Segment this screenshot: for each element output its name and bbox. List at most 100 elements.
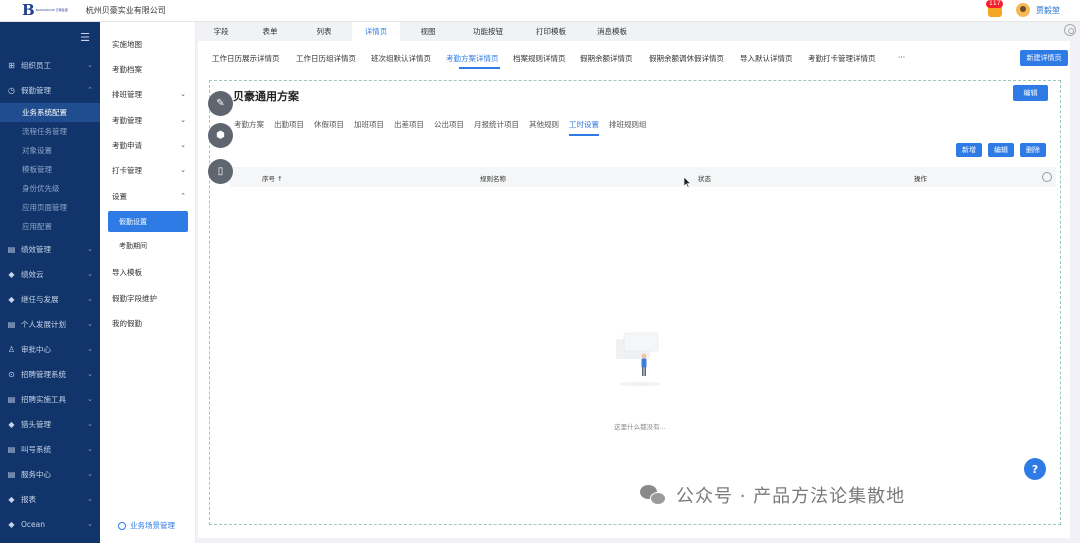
sidebar-item-attendance[interactable]: ◷ 假勤管理 ⌃ <box>0 79 100 101</box>
sidebar-subitem-process[interactable]: 流程任务管理 <box>0 122 100 141</box>
business-scene-link[interactable]: 业务场景管理 <box>118 520 175 531</box>
chevron-down-icon: ⌄ <box>180 141 186 149</box>
subtab-calendar-display[interactable]: 工作日历展示详情页 <box>212 53 296 69</box>
nav-subitem-period[interactable]: 考勤期间 <box>108 235 188 256</box>
sidebar-item-service[interactable]: ▤ 服务中心 ⌄ <box>0 463 100 485</box>
nav-item-label: 实施地图 <box>112 39 142 49</box>
subtab-leave-balance[interactable]: 假期余额详情页 <box>580 53 649 69</box>
sidebar-item-queue[interactable]: ▤ 叫号系统 ⌄ <box>0 438 100 460</box>
chevron-down-icon: ⌄ <box>180 90 186 98</box>
tab-detail-page[interactable]: 详情页 <box>352 22 400 41</box>
sidebar-item-headhunter[interactable]: ◆ 猎头管理 ⌄ <box>0 413 100 435</box>
edit-pencil-icon[interactable]: ✎ <box>208 91 233 116</box>
subtab-import-default[interactable]: 导入默认详情页 <box>740 53 808 69</box>
sidebar-item-recruit-tools[interactable]: ▤ 招聘实施工具 ⌄ <box>0 388 100 410</box>
sidebar-subitem-template[interactable]: 模板管理 <box>0 160 100 179</box>
sidebar-subitem-app-pages[interactable]: 应用页面管理 <box>0 198 100 217</box>
nav-item-map[interactable]: 实施地图 <box>112 34 190 54</box>
help-button[interactable]: ? <box>1024 458 1046 480</box>
sidebar-item-org[interactable]: ⊞ 组织员工 ⌄ <box>0 54 100 76</box>
sidebar-item-recruit-system[interactable]: ⊙ 招聘管理系统 ⌄ <box>0 363 100 385</box>
chevron-down-icon: ⌄ <box>87 445 93 453</box>
company-logo[interactable]: B BAOSGROUP 贝豪集团 <box>22 3 68 18</box>
subtab-attendance-plan[interactable]: 考勤方案详情页 <box>446 53 513 69</box>
subtab-more[interactable]: ··· <box>898 53 918 69</box>
doc-icon: ▤ <box>7 394 16 404</box>
tab-fields[interactable]: 字段 <box>198 22 244 41</box>
delete-button[interactable]: 删除 <box>1020 143 1046 157</box>
menu-collapse-icon[interactable]: ☰ <box>80 31 90 44</box>
tab-business-trip-items[interactable]: 出差项目 <box>394 119 424 136</box>
sidebar-item-performance[interactable]: ▤ 绩效管理 ⌄ <box>0 238 100 260</box>
tab-lists[interactable]: 列表 <box>296 22 352 41</box>
nav-item-settings[interactable]: 设置 ⌃ <box>112 186 190 206</box>
sidebar-item-approval[interactable]: ♙ 审批中心 ⌄ <box>0 338 100 360</box>
sidebar-item-perf-cloud[interactable]: ◆ 绩效云 ⌄ <box>0 263 100 285</box>
nav-item-shift[interactable]: 排班管理 ⌄ <box>112 84 190 104</box>
sidebar-item-label: 审批中心 <box>21 344 51 354</box>
nav-item-label: 考勤管理 <box>112 115 142 125</box>
tab-shift-rule-group[interactable]: 排班规则组 <box>609 119 647 136</box>
mobile-preview-icon[interactable]: ▯ <box>208 159 233 184</box>
nav-item-archive[interactable]: 考勤档案 <box>112 59 190 79</box>
settings-hex-icon[interactable]: ⬢ <box>208 123 233 148</box>
nav-subitem-leave-settings[interactable]: 假勤设置 <box>108 211 188 232</box>
column-seq[interactable]: 序号 ↑ <box>262 173 283 183</box>
tab-print-templates[interactable]: 打印模板 <box>520 22 582 41</box>
diamond-icon: ◆ <box>8 519 15 529</box>
tab-attendance-plan[interactable]: 考勤方案 <box>234 119 264 136</box>
subtab-clock-in-mgmt[interactable]: 考勤打卡管理详情页 <box>808 53 898 69</box>
notification-count-badge: 117 <box>986 0 1004 8</box>
nav-item-attendance-mgmt[interactable]: 考勤管理 ⌄ <box>112 110 190 130</box>
nav-item-field-maintenance[interactable]: 假勤字段维护 <box>112 288 190 308</box>
config-tabs: 字段 表单 列表 详情页 视图 功能按钮 打印模板 消息模板 <box>198 22 1040 41</box>
nav-item-label: 打卡管理 <box>112 165 142 175</box>
tab-message-templates[interactable]: 消息模板 <box>582 22 642 41</box>
sidebar-subitem-identity[interactable]: 身份优先级 <box>0 179 100 198</box>
tab-monthly-stats[interactable]: 月报统计项目 <box>474 119 519 136</box>
column-settings-gear-icon[interactable] <box>1042 172 1052 182</box>
tab-views[interactable]: 视图 <box>400 22 456 41</box>
edit-plan-button[interactable]: 编辑 <box>1013 85 1048 101</box>
nav-item-clock-in[interactable]: 打卡管理 ⌄ <box>112 160 190 180</box>
sidebar-subitem-object[interactable]: 对象设置 <box>0 141 100 160</box>
nav-item-import-template[interactable]: 导入模板 <box>112 262 190 282</box>
chevron-down-icon: ⌄ <box>87 345 93 353</box>
tab-forms[interactable]: 表单 <box>244 22 296 41</box>
page-settings-gear-icon[interactable] <box>1064 24 1076 36</box>
add-button[interactable]: 新增 <box>956 143 982 157</box>
sidebar-subitem-app-config[interactable]: 应用配置 <box>0 217 100 236</box>
org-icon: ⊞ <box>8 60 15 70</box>
doc-icon: ▤ <box>7 469 16 479</box>
avatar[interactable] <box>1016 3 1030 17</box>
sidebar-item-reports[interactable]: ◆ 报表 ⌄ <box>0 488 100 510</box>
tab-work-hours[interactable]: 工时设置 <box>569 119 599 136</box>
subtab-shift-group[interactable]: 班次组默认详情页 <box>371 53 446 69</box>
chevron-up-icon: ⌃ <box>180 192 186 200</box>
sidebar-item-label: 报表 <box>21 494 36 504</box>
sidebar-subitem-business-config[interactable]: 业务系统配置 <box>0 103 100 122</box>
tab-leave-items[interactable]: 休假项目 <box>314 119 344 136</box>
nav-item-my-leave[interactable]: 我的假勤 <box>112 313 190 333</box>
sidebar-item-idp[interactable]: ▤ 个人发展计划 ⌄ <box>0 313 100 335</box>
username-link[interactable]: 贾毅堃 <box>1036 5 1060 16</box>
sidebar-item-succession[interactable]: ◆ 继任与发展 ⌄ <box>0 288 100 310</box>
diamond-icon: ◆ <box>8 269 15 279</box>
tab-official-out-items[interactable]: 公出项目 <box>434 119 464 136</box>
doc-icon: ▤ <box>7 444 16 454</box>
tab-other-rules[interactable]: 其他规则 <box>529 119 559 136</box>
nav-item-attendance-apply[interactable]: 考勤申请 ⌄ <box>112 135 190 155</box>
tab-overtime-items[interactable]: 加班项目 <box>354 119 384 136</box>
tab-function-buttons[interactable]: 功能按钮 <box>456 22 520 41</box>
subtab-calendar-group[interactable]: 工作日历组详情页 <box>296 53 371 69</box>
edit-button[interactable]: 编辑 <box>988 143 1014 157</box>
sidebar-item-ocean[interactable]: ◆ Ocean ⌄ <box>0 513 100 535</box>
nav-item-label: 我的假勤 <box>112 318 142 328</box>
subtab-leave-balance-lieu[interactable]: 假期余额调休假详情页 <box>649 53 740 69</box>
subtab-archive-rules[interactable]: 档案规则详情页 <box>513 53 580 69</box>
notification-bell-icon[interactable]: 117 <box>986 0 1004 17</box>
logo-text: BAOSGROUP 贝豪集团 <box>35 7 68 12</box>
tab-attendance-items[interactable]: 出勤项目 <box>274 119 304 136</box>
new-detail-page-button[interactable]: 新建详情页 <box>1020 50 1068 66</box>
chevron-down-icon: ⌄ <box>87 270 93 278</box>
